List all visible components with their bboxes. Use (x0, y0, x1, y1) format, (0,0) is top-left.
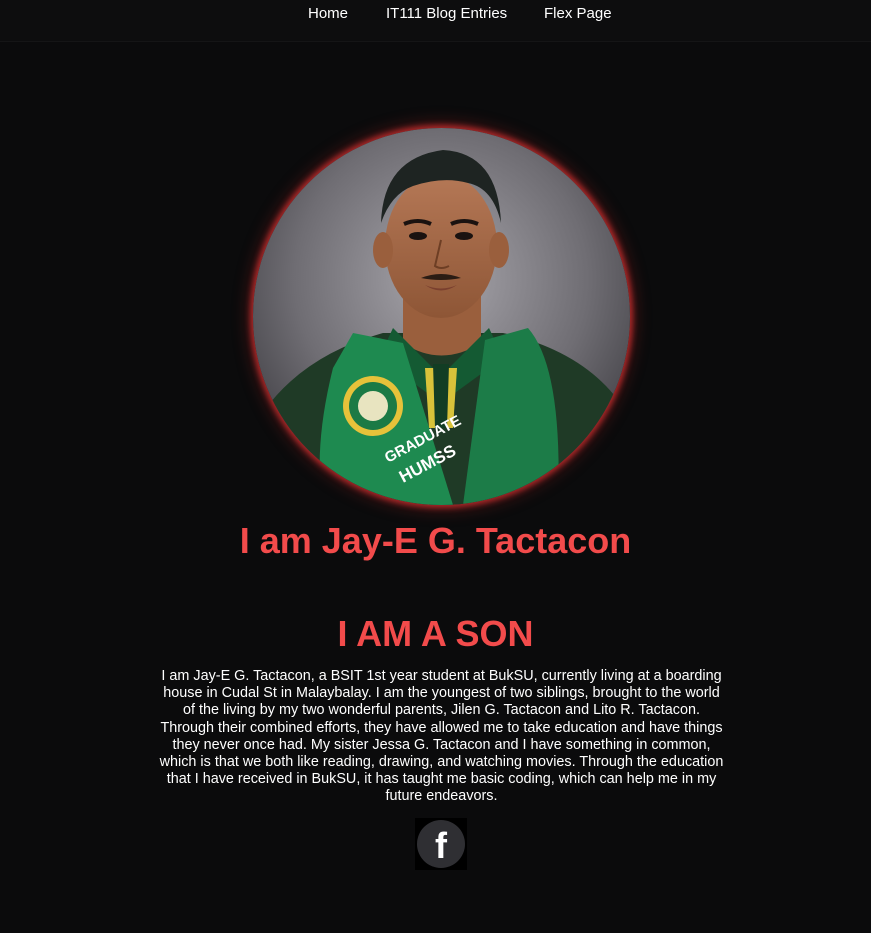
facebook-icon: f (417, 820, 465, 868)
facebook-glyph: f (435, 825, 448, 866)
profile-name-heading: I am Jay-E G. Tactacon (239, 520, 632, 561)
profile-photo: GRADUATE HUMSS (253, 128, 630, 505)
nav-link-home[interactable]: Home (308, 5, 348, 22)
nav-link-it111-blog-entries[interactable]: IT111 Blog Entries (386, 5, 507, 22)
facebook-link[interactable]: f (415, 818, 467, 870)
nav-link-flex-page[interactable]: Flex Page (544, 5, 612, 22)
top-nav: Home IT111 Blog Entries Flex Page (0, 0, 871, 41)
section-heading: I AM A SON (337, 613, 534, 654)
bio-paragraph: I am Jay-E G. Tactacon, a BSIT 1st year … (159, 668, 724, 805)
graduate-portrait: GRADUATE HUMSS (253, 128, 630, 505)
